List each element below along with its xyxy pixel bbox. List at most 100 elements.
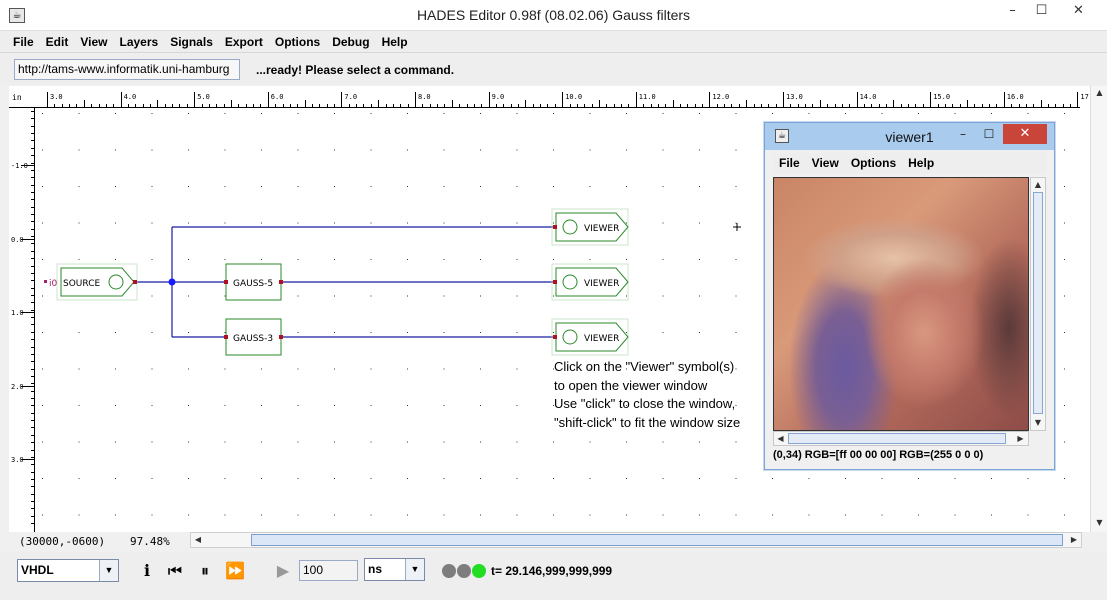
ruler-v-label: 0.0 — [11, 235, 24, 244]
viewer-scroll-left-arrow[interactable]: ◀ — [774, 432, 787, 445]
status-led-3 — [472, 564, 486, 578]
viewer-close-button[interactable]: ✕ — [1003, 124, 1047, 144]
viewer-menu-view[interactable]: View — [806, 153, 845, 174]
ruler-major-tick — [635, 92, 637, 108]
viewer-symbol-bottom[interactable]: VIEWER — [551, 318, 629, 356]
ruler-major-tick — [341, 92, 343, 108]
viewer-vertical-thumb[interactable] — [1033, 192, 1043, 414]
input-pin-label: i0 — [49, 279, 58, 289]
rewind-icon[interactable]: ⏮ — [165, 560, 185, 582]
source-label: SOURCE — [63, 279, 100, 289]
viewer-scroll-right-arrow[interactable]: ▶ — [1014, 432, 1027, 445]
close-button[interactable]: ✕ — [1062, 0, 1095, 24]
viewer-maximize-button[interactable]: ☐ — [976, 125, 1002, 145]
scroll-right-arrow[interactable]: ▶ — [1067, 533, 1081, 547]
vertical-scrollbar[interactable]: ▲ ▼ — [1090, 86, 1107, 532]
viewer-label-bottom: VIEWER — [584, 334, 619, 344]
scroll-up-arrow[interactable]: ▲ — [1091, 86, 1107, 100]
ruler-minor-tick — [672, 100, 674, 108]
viewer-label-middle: VIEWER — [584, 279, 619, 289]
ruler-h-label: 13.0 — [786, 93, 803, 101]
time-unit-select[interactable]: ns ▼ — [364, 558, 425, 581]
menu-layers[interactable]: Layers — [113, 31, 164, 53]
gauss3-filter[interactable]: GAUSS-3 — [224, 318, 283, 356]
menu-options[interactable]: Options — [269, 31, 326, 53]
maximize-button[interactable]: ☐ — [1025, 0, 1058, 24]
viewer-minimize-button[interactable]: – — [950, 125, 976, 145]
ruler-major-tick — [562, 92, 564, 108]
ruler-major-tick — [415, 92, 416, 108]
viewer-image[interactable] — [773, 177, 1029, 431]
ruler-h-label: 11.0 — [638, 93, 656, 101]
window-title: HADES Editor 0.98f (08.02.06) Gauss filt… — [416, 7, 691, 23]
ruler-v-label: 1.0 — [11, 309, 24, 318]
ruler-h-label: 15.0 — [933, 93, 951, 101]
ruler-minor-tick — [378, 100, 380, 108]
menu-signals[interactable]: Signals — [164, 31, 219, 53]
viewer-menu-bar: File View Options Help — [773, 153, 1046, 174]
ruler-major-tick — [47, 92, 48, 108]
chevron-down-icon[interactable]: ▼ — [405, 559, 424, 580]
ruler-minor-tick — [1040, 100, 1042, 108]
ruler-v-label: -1.0 — [11, 162, 28, 170]
ruler-h-label: 5.0 — [197, 93, 210, 101]
ruler-minor-tick — [83, 100, 85, 108]
horizontal-scrollbar[interactable]: ◀ ▶ — [190, 532, 1082, 548]
menu-debug[interactable]: Debug — [326, 31, 375, 53]
ruler-major-tick — [930, 92, 932, 108]
horizontal-scroll-thumb[interactable] — [251, 534, 1063, 546]
viewer-symbol-middle[interactable]: VIEWER — [551, 263, 629, 301]
step-value-input[interactable]: 100 — [299, 560, 358, 581]
menu-help[interactable]: Help — [376, 31, 414, 53]
url-field[interactable]: http://tams-www.informatik.uni-hamburg — [14, 59, 240, 80]
input-pin-marker — [44, 280, 47, 283]
ruler-minor-tick — [157, 100, 159, 108]
ruler-minor-tick — [304, 100, 306, 108]
menu-export[interactable]: Export — [219, 31, 269, 53]
viewer-label-top: VIEWER — [584, 224, 619, 234]
viewer-vertical-scrollbar[interactable]: ▲ ▼ — [1030, 177, 1046, 431]
viewer-scroll-up-arrow[interactable]: ▲ — [1031, 178, 1045, 192]
fast-forward-icon[interactable]: ⏩ — [225, 560, 245, 582]
ruler-h-label: 9.0 — [491, 93, 505, 101]
info-icon[interactable]: i — [137, 560, 157, 582]
menu-view[interactable]: View — [74, 31, 113, 53]
gauss3-label: GAUSS-3 — [233, 334, 273, 344]
ruler-major-tick — [194, 92, 196, 108]
ruler-major-tick — [1077, 92, 1079, 108]
viewer-horizontal-thumb[interactable] — [788, 433, 1006, 444]
ruler-minor-tick — [967, 100, 968, 108]
viewer-scroll-down-arrow[interactable]: ▼ — [1031, 416, 1045, 430]
language-select[interactable]: VHDL ▼ — [17, 559, 119, 582]
menu-file[interactable]: File — [7, 31, 40, 53]
viewer-menu-options[interactable]: Options — [845, 153, 902, 174]
viewer-menu-help[interactable]: Help — [902, 153, 940, 174]
instruction-line-4: "shift-click" to fit the window size — [554, 415, 740, 430]
ruler-minor-tick — [451, 100, 453, 108]
ruler-unit: in — [12, 93, 22, 102]
scroll-left-arrow[interactable]: ◀ — [191, 533, 205, 547]
scroll-down-arrow[interactable]: ▼ — [1091, 516, 1107, 530]
gauss5-filter[interactable]: GAUSS-5 — [224, 263, 283, 301]
language-value: VHDL — [21, 563, 54, 577]
viewer-symbol-top[interactable]: VIEWER — [551, 208, 629, 246]
simulation-toolbar: VHDL ▼ i ⏮ ⏸ ⏩ ▶ 100 ns ▼ t= 29.146,999,… — [0, 552, 1107, 600]
ruler-h-label: 3.0 — [50, 93, 63, 101]
viewer-horizontal-scrollbar[interactable]: ◀ ▶ — [773, 431, 1029, 446]
viewer-pixel-status: (0,34) RGB=[ff 00 00 00] RGB=(255 0 0 0) — [773, 449, 984, 461]
viewer-title-bar[interactable]: ☕ viewer1 – ☐ ✕ — [765, 123, 1054, 150]
ruler-v-label: 3.0 — [11, 456, 24, 465]
title-bar: ☕ HADES Editor 0.98f (08.02.06) Gauss fi… — [0, 0, 1107, 31]
ruler-h-label: 6.0 — [270, 93, 284, 101]
ruler-major-tick — [856, 92, 858, 108]
status-led-1 — [442, 564, 456, 578]
instruction-line-2: to open the viewer window — [554, 378, 708, 393]
menu-edit[interactable]: Edit — [40, 31, 75, 53]
play-step-icon[interactable]: ▶ — [273, 560, 293, 582]
instruction-line-3: Use "click" to close the window, — [554, 396, 735, 411]
horizontal-ruler: in 3.0 4.0 5.0 6.0 7.0 8.0 9.0 10.0 11.0 12.0 13.0… — [9, 86, 1089, 108]
chevron-down-icon[interactable]: ▼ — [99, 560, 118, 581]
pause-icon[interactable]: ⏸ — [195, 560, 215, 582]
viewer-menu-file[interactable]: File — [773, 153, 806, 174]
ruler-h-label: 14.0 — [859, 93, 877, 101]
